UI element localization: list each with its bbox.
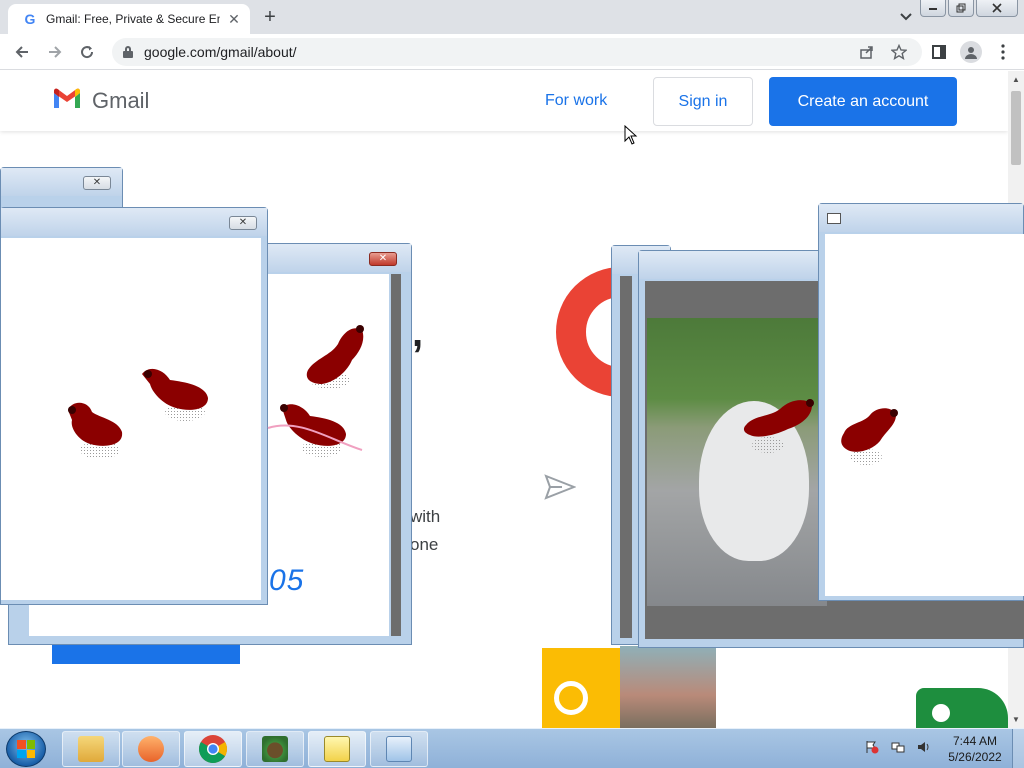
profile-avatar-icon[interactable] [960,41,982,63]
address-bar[interactable]: google.com/gmail/about/ [112,38,922,66]
mouse-cursor-icon [624,125,638,145]
taskbar-chrome[interactable] [184,731,242,767]
taskbar-media-player[interactable] [122,731,180,767]
volume-icon[interactable] [916,739,932,755]
gmail-header: Gmail For work Sign in Create an account [0,71,1008,131]
bird-sprites-left [68,325,364,459]
browser-toolbar: google.com/gmail/about/ [0,34,1024,70]
scroll-up-arrow-icon[interactable]: ▲ [1012,75,1020,84]
green-card-dot [932,704,950,722]
google-favicon-icon: G [24,11,36,27]
notepad-icon [386,736,412,762]
window-controls [918,0,1018,17]
window-titlebar[interactable] [1,208,267,236]
window-app-icon [827,213,841,224]
green-feature-card [916,688,1008,728]
create-account-button[interactable]: Create an account [769,77,957,126]
reload-icon[interactable] [76,41,98,63]
lock-icon [122,45,134,59]
bookmark-star-icon[interactable] [888,41,910,63]
taskbar-file-explorer[interactable] [62,731,120,767]
forward-arrow-icon[interactable] [44,41,66,63]
tab-title: Gmail: Free, Private & Secure Em [46,12,220,26]
body-text-fragment-with: with [410,507,441,526]
clock-date: 5/26/2022 [948,750,1002,764]
menu-kebab-icon[interactable] [992,41,1014,63]
gmail-wordmark: Gmail [92,88,150,113]
chrome-icon [199,735,227,763]
window-scroll-edge [620,276,632,638]
system-tray [864,739,932,755]
media-player-icon [138,736,164,762]
restore-button[interactable] [948,0,974,17]
for-work-link[interactable]: For work [545,92,607,110]
handwritten-blue-text: 05 [269,564,305,597]
network-icon[interactable] [890,739,906,755]
windows-logo-icon [17,740,35,758]
taskbar-notepad[interactable] [370,731,428,767]
url-text: google.com/gmail/about/ [144,44,297,60]
tab-search-chevron-icon[interactable] [896,8,916,26]
scroll-thumb[interactable] [1011,91,1021,165]
start-button[interactable] [6,731,46,767]
clock-time: 7:44 AM [952,734,998,748]
cta-button-fragment[interactable] [52,643,240,664]
window-close-icon[interactable]: ✕ [229,216,257,230]
side-panel-icon[interactable] [928,41,950,63]
window-close-icon[interactable]: ✕ [369,252,397,266]
browser-tab-gmail[interactable]: G Gmail: Free, Private & Secure Em ✕ [8,4,250,34]
sign-in-button[interactable]: Sign in [653,77,753,126]
action-center-flag-icon[interactable] [864,739,880,755]
window-close-button[interactable] [976,0,1018,17]
paint-app-icon [262,736,288,762]
window-titlebar[interactable] [819,204,1023,232]
minimize-button[interactable] [920,0,946,17]
share-icon[interactable] [856,41,878,63]
new-tab-button[interactable]: + [258,6,282,28]
browser-tab-strip: G Gmail: Free, Private & Secure Em ✕ + [0,0,1024,34]
taskbar-graph-app[interactable] [308,731,366,767]
tab-close-icon[interactable]: ✕ [226,11,242,27]
gmail-logo-icon[interactable] [52,88,82,110]
scroll-down-arrow-icon[interactable]: ▼ [1012,715,1020,724]
taskbar-paint[interactable] [246,731,304,767]
folder-icon [78,736,104,762]
child-photo [620,646,716,728]
show-desktop-button[interactable] [1012,729,1024,768]
taskbar-clock[interactable]: 7:44 AM 5/26/2022 [944,733,1006,765]
window-close-icon[interactable]: ✕ [83,176,111,190]
search-magnifier-icon [554,681,588,715]
windows-taskbar: 7:44 AM 5/26/2022 [0,728,1024,768]
graph-app-icon [324,736,350,762]
bird-sprites-right [743,399,898,465]
body-text-fragment-one: one [410,535,439,554]
back-arrow-icon[interactable] [11,41,33,63]
send-icon [544,474,576,500]
